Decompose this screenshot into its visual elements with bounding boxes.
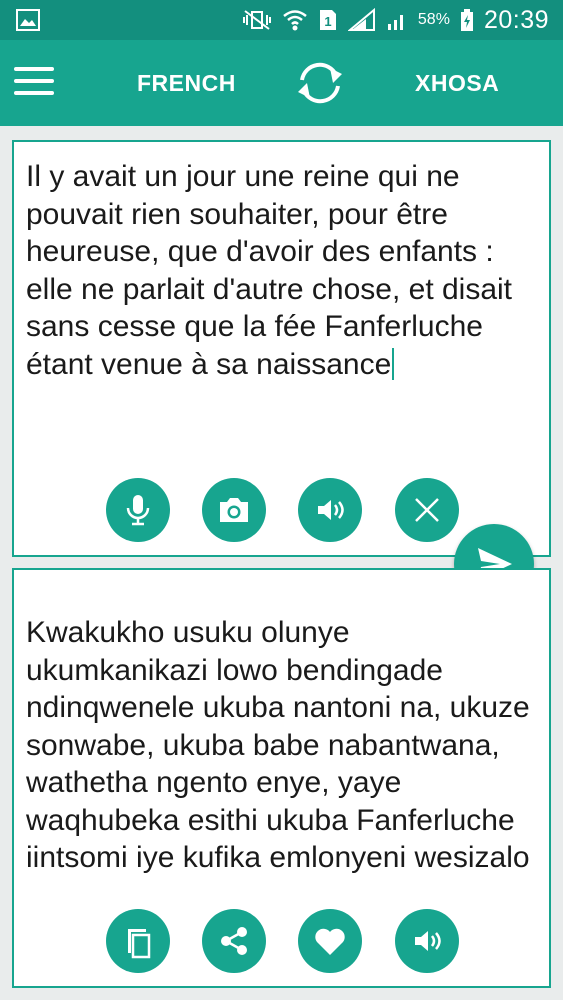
target-language-button[interactable]: XHOSA xyxy=(415,70,499,97)
input-card: Il y avait un jour une reine qui ne pouv… xyxy=(12,140,551,557)
menu-icon[interactable] xyxy=(14,67,54,99)
heart-icon xyxy=(315,928,345,955)
swap-icon xyxy=(298,62,342,104)
camera-button[interactable] xyxy=(202,478,266,542)
text-cursor xyxy=(392,347,395,380)
close-icon xyxy=(415,498,439,522)
share-button[interactable] xyxy=(202,909,266,973)
svg-text:1: 1 xyxy=(324,14,331,29)
source-text: Il y avait un jour une reine qui ne pouv… xyxy=(26,160,513,381)
speaker-icon xyxy=(415,931,441,951)
status-time: 20:39 xyxy=(483,5,549,34)
status-bar: 1 58% 20:39 xyxy=(0,0,563,40)
output-card: Kwakukho usuku olunye ukumkanikazi lowo … xyxy=(12,568,551,988)
toolbar: FRENCH XHOSA xyxy=(0,40,563,126)
speak-source-button[interactable] xyxy=(298,478,362,542)
favorite-button[interactable] xyxy=(298,909,362,973)
speaker-icon xyxy=(318,500,344,520)
gallery-notification-icon xyxy=(16,9,40,31)
speak-translation-button[interactable] xyxy=(395,909,459,973)
signal-icon xyxy=(347,8,375,31)
battery-percent: 58% xyxy=(417,11,450,28)
clear-button[interactable] xyxy=(395,478,459,542)
source-language-button[interactable]: FRENCH xyxy=(137,70,236,97)
copy-button[interactable] xyxy=(106,909,170,973)
microphone-icon xyxy=(126,495,150,526)
vibrate-mute-icon xyxy=(242,10,271,30)
sim-slot-icon: 1 xyxy=(319,10,336,30)
battery-charging-icon xyxy=(460,9,473,31)
source-text-input[interactable]: Il y avait un jour une reine qui ne pouv… xyxy=(26,158,536,383)
wifi-icon xyxy=(283,10,307,31)
signal-2-icon xyxy=(387,15,403,30)
camera-icon xyxy=(220,498,248,522)
microphone-button[interactable] xyxy=(106,478,170,542)
copy-icon xyxy=(128,929,151,959)
swap-languages-button[interactable] xyxy=(292,58,348,108)
translated-text: Kwakukho usuku olunye ukumkanikazi lowo … xyxy=(26,616,530,874)
share-icon xyxy=(221,927,247,955)
